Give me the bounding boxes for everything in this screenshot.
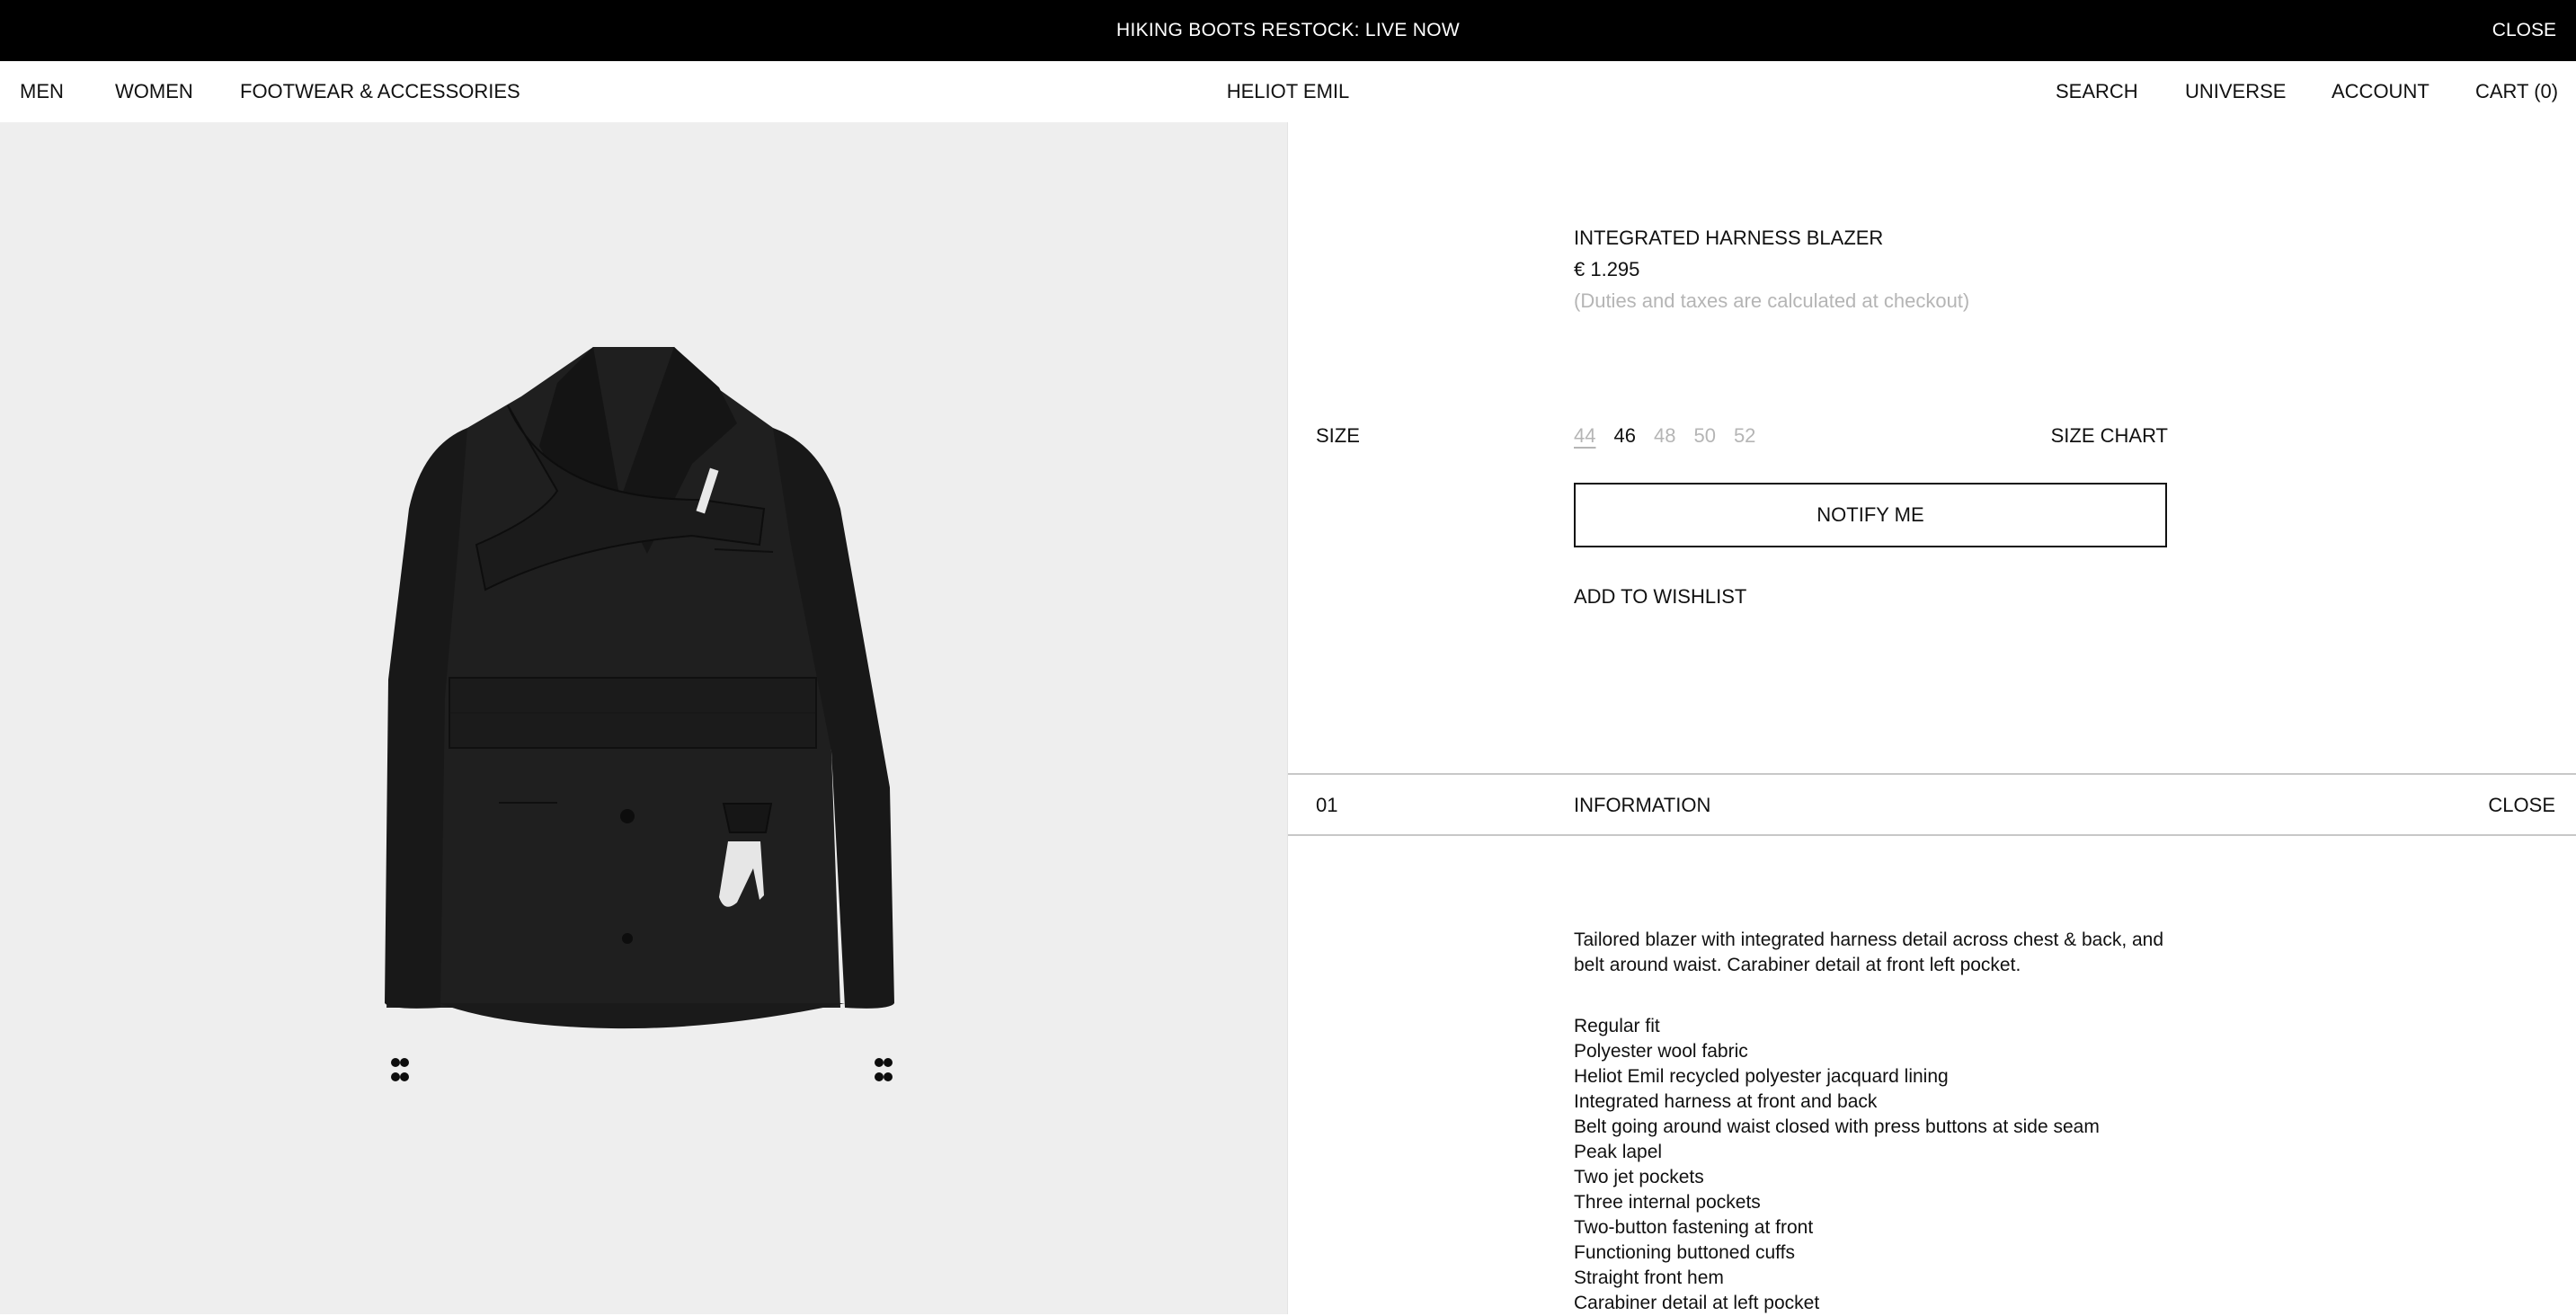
nav-men[interactable]: MEN: [20, 80, 64, 103]
feature-item: Regular fit: [1574, 1016, 1660, 1036]
size-option-46[interactable]: 46: [1613, 424, 1635, 448]
size-option-52[interactable]: 52: [1734, 424, 1755, 448]
product-detail-panel: INTEGRATED HARNESS BLAZER € 1.295 (Dutie…: [1287, 122, 2576, 1314]
announcement-message[interactable]: HIKING BOOTS RESTOCK: LIVE NOW: [0, 20, 2576, 41]
main-nav: MEN WOMEN FOOTWEAR & ACCESSORIES HELIOT …: [0, 61, 2576, 122]
accordion-close-button[interactable]: CLOSE: [2488, 794, 2555, 817]
blazer-product-image: [385, 347, 894, 1081]
feature-item: Heliot Emil recycled polyester jacquard …: [1574, 1066, 1949, 1087]
size-selector: 44 46 48 50 52: [1574, 424, 1755, 448]
nav-account[interactable]: ACCOUNT: [2332, 80, 2429, 103]
feature-item: Peak lapel: [1574, 1142, 1663, 1162]
accordion-title: INFORMATION: [1574, 794, 1711, 816]
nav-universe[interactable]: UNIVERSE: [2185, 80, 2286, 103]
nav-cart[interactable]: CART (0): [2475, 80, 2558, 103]
feature-item: Belt going around waist closed with pres…: [1574, 1116, 2100, 1137]
feature-item: Polyester wool fabric: [1574, 1041, 1748, 1062]
feature-item: Carabiner detail at left pocket: [1574, 1293, 1820, 1313]
information-accordion-header[interactable]: 01 INFORMATION CLOSE: [1288, 773, 2576, 836]
nav-women[interactable]: WOMEN: [115, 80, 193, 103]
size-option-48[interactable]: 48: [1654, 424, 1675, 448]
product-title: INTEGRATED HARNESS BLAZER: [1574, 227, 1884, 249]
product-gallery[interactable]: [0, 122, 1287, 1314]
feature-item: Two jet pockets: [1574, 1167, 1704, 1187]
size-label: SIZE: [1316, 424, 1360, 447]
duties-note: (Duties and taxes are calculated at chec…: [1574, 289, 1970, 312]
feature-item: Straight front hem: [1574, 1267, 1724, 1288]
announcement-close-button[interactable]: CLOSE: [2492, 20, 2556, 41]
brand-logo-text[interactable]: HELIOT EMIL: [1227, 80, 1350, 102]
accordion-number: 01: [1316, 794, 1338, 816]
size-option-50[interactable]: 50: [1693, 424, 1715, 448]
feature-item: Three internal pockets: [1574, 1192, 1761, 1213]
size-chart-link[interactable]: SIZE CHART: [2051, 424, 2168, 448]
feature-item: Integrated harness at front and back: [1574, 1091, 1878, 1112]
notify-me-button[interactable]: NOTIFY ME: [1574, 483, 2167, 547]
nav-search[interactable]: SEARCH: [2056, 80, 2138, 103]
announcement-bar: HIKING BOOTS RESTOCK: LIVE NOW CLOSE: [0, 0, 2576, 61]
nav-footwear-accessories[interactable]: FOOTWEAR & ACCESSORIES: [240, 80, 520, 103]
product-price: € 1.295: [1574, 258, 1640, 280]
feature-item: Functioning buttoned cuffs: [1574, 1242, 1795, 1263]
size-option-44[interactable]: 44: [1574, 424, 1595, 448]
product-description: Tailored blazer with integrated harness …: [1574, 929, 2164, 975]
add-to-wishlist-link[interactable]: ADD TO WISHLIST: [1574, 585, 1746, 609]
product-features-list: Regular fit Polyester wool fabric Heliot…: [1574, 1014, 2100, 1316]
feature-item: Two-button fastening at front: [1574, 1217, 1814, 1238]
